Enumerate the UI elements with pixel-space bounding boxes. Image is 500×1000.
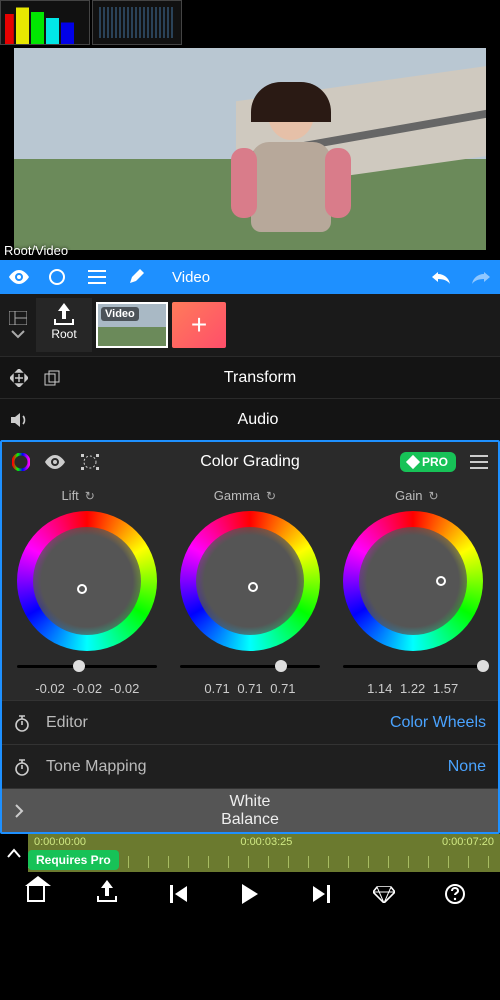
gamma-label[interactable]: Gamma↻: [214, 488, 276, 503]
video-preview[interactable]: [14, 48, 486, 250]
panel-title: Color Grading: [114, 453, 386, 471]
help-button[interactable]: [444, 883, 484, 905]
gain-wheel-dot[interactable]: [436, 576, 446, 586]
gain-wheel-group: 1.14 1.22 1.57: [338, 511, 488, 696]
refresh-icon[interactable]: ↻: [85, 489, 95, 503]
step-forward-button[interactable]: [301, 885, 341, 903]
stopwatch-icon[interactable]: [14, 714, 32, 732]
gamma-values: 0.71 0.71 0.71: [204, 681, 295, 696]
home-button[interactable]: [16, 886, 56, 902]
root-label: Root: [51, 327, 76, 341]
help-icon: [444, 883, 466, 905]
audio-label: Audio: [74, 411, 442, 429]
pro-badge[interactable]: PRO: [400, 452, 456, 472]
redo-icon[interactable]: [470, 270, 492, 284]
editor-key: Editor: [46, 714, 376, 732]
tonemapping-key: Tone Mapping: [46, 758, 434, 776]
refresh-icon[interactable]: ↻: [428, 489, 438, 503]
color-icon[interactable]: [12, 453, 30, 471]
gain-label[interactable]: Gain↻: [395, 488, 439, 503]
lift-wheel-dot[interactable]: [77, 584, 87, 594]
layout-icon[interactable]: [9, 311, 27, 325]
tonemapping-value[interactable]: None: [448, 758, 486, 776]
gamma-wheel-group: 0.71 0.71 0.71: [175, 511, 325, 696]
gain-values: 1.14 1.22 1.57: [367, 681, 458, 696]
timecode-end: 0:00:07:20: [442, 836, 494, 848]
export-button[interactable]: [87, 886, 127, 902]
timeline-expand-button[interactable]: [0, 834, 28, 872]
copy-icon: [44, 370, 64, 386]
gain-luma-slider[interactable]: [343, 657, 483, 675]
move-icon: [10, 369, 30, 387]
speaker-icon: [10, 412, 30, 428]
add-clip-button[interactable]: +: [172, 302, 226, 348]
waveform-scope[interactable]: [92, 0, 182, 45]
stopwatch-icon[interactable]: [14, 758, 32, 776]
chevron-right-icon: [14, 804, 32, 818]
lift-color-wheel[interactable]: [17, 511, 157, 651]
preview-area: Root/Video: [0, 0, 500, 260]
context-title: Video: [172, 269, 210, 286]
editor-value[interactable]: Color Wheels: [390, 714, 486, 732]
gain-color-wheel[interactable]: [343, 511, 483, 651]
mask-icon[interactable]: [80, 453, 100, 471]
gamma-color-wheel[interactable]: [180, 511, 320, 651]
record-icon[interactable]: [48, 268, 70, 286]
upload-icon: [97, 886, 117, 902]
diamond-icon: [406, 455, 420, 469]
requires-pro-badge[interactable]: Requires Pro: [28, 850, 119, 870]
audio-row[interactable]: Audio: [0, 398, 500, 440]
transport-bar: [0, 872, 500, 916]
step-back-button[interactable]: [159, 885, 199, 903]
tonemapping-row[interactable]: Tone Mapping None: [2, 744, 498, 788]
refresh-icon[interactable]: ↻: [266, 489, 276, 503]
play-icon: [242, 884, 258, 904]
step-back-icon: [159, 885, 199, 903]
transform-row[interactable]: Transform: [0, 356, 500, 398]
color-grading-panel: Color Grading PRO Lift↻ Gamma↻ Gain↻ -0.…: [0, 440, 500, 834]
visibility-icon[interactable]: [44, 455, 66, 469]
lift-wheel-group: -0.02 -0.02 -0.02: [12, 511, 162, 696]
breadcrumb: Root/Video: [4, 243, 68, 258]
clip-badge: Video: [101, 307, 139, 321]
context-toolbar: Video: [0, 260, 500, 294]
lift-label[interactable]: Lift↻: [61, 488, 94, 503]
home-icon: [27, 886, 45, 902]
diamond-icon: [373, 885, 395, 903]
play-button[interactable]: [230, 884, 270, 904]
timeline: 0:00:00:00 0:00:03:25 0:00:07:20 Require…: [0, 834, 500, 872]
up-arrow-icon: [54, 309, 74, 325]
panel-menu-icon[interactable]: [470, 455, 488, 469]
histogram-scope[interactable]: [0, 0, 90, 45]
pro-button[interactable]: [373, 885, 413, 903]
editor-row[interactable]: Editor Color Wheels: [2, 700, 498, 744]
visibility-icon[interactable]: [8, 270, 30, 284]
gamma-wheel-dot[interactable]: [248, 582, 258, 592]
step-forward-icon: [301, 885, 341, 903]
clip-thumbnail-video[interactable]: Video: [96, 302, 168, 348]
undo-icon[interactable]: [430, 270, 452, 284]
lift-values: -0.02 -0.02 -0.02: [35, 681, 139, 696]
timecode-mid: 0:00:03:25: [240, 836, 292, 848]
timecode-start: 0:00:00:00: [34, 836, 86, 848]
root-button[interactable]: Root: [36, 298, 92, 352]
transform-label: Transform: [78, 369, 442, 387]
chevron-down-icon[interactable]: [11, 329, 25, 339]
edit-icon[interactable]: [128, 269, 150, 285]
menu-icon[interactable]: [88, 270, 110, 284]
lift-luma-slider[interactable]: [17, 657, 157, 675]
white-balance-label: White Balance: [221, 793, 279, 829]
white-balance-row[interactable]: White Balance: [2, 788, 498, 832]
clip-row: Root Video +: [0, 294, 500, 356]
gamma-luma-slider[interactable]: [180, 657, 320, 675]
